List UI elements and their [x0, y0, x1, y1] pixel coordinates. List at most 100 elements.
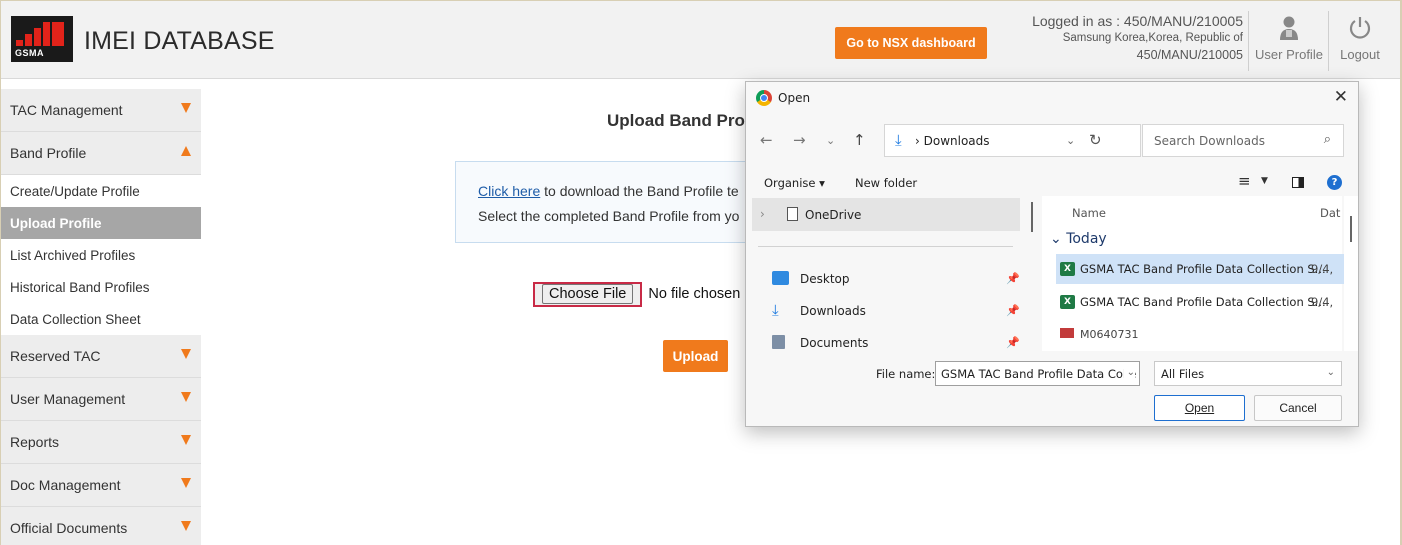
- desktop-icon: [772, 271, 789, 285]
- file-list: Name Dat ⌄ Today X GSMA TAC Band Profile…: [1042, 196, 1344, 351]
- choose-file-label: Choose File: [542, 284, 634, 304]
- logout-label: Logout: [1340, 47, 1380, 62]
- scrollbar-thumb[interactable]: [1350, 216, 1352, 242]
- file-name-label: File name:: [876, 367, 936, 381]
- sidebar-item-user-management[interactable]: User Management: [1, 378, 201, 421]
- nav-item-downloads[interactable]: ⤓ Downloads 📌: [772, 302, 1022, 322]
- column-header-name[interactable]: Name: [1072, 206, 1106, 220]
- address-path: › Downloads: [915, 134, 990, 148]
- sidebar-item-doc-management[interactable]: Doc Management: [1, 464, 201, 507]
- login-info: Logged in as : 450/MANU/210005 Samsung K…: [1032, 13, 1243, 64]
- onedrive-icon: [787, 207, 798, 221]
- preview-pane-icon[interactable]: [1292, 177, 1304, 188]
- pane-splitter[interactable]: [1031, 202, 1033, 232]
- file-date: 9/4,: [1311, 295, 1334, 309]
- organise-menu[interactable]: Organise ▾: [764, 176, 825, 190]
- nav-item-onedrive[interactable]: › OneDrive: [752, 198, 1020, 231]
- file-name: GSMA TAC Band Profile Data Collection S.…: [1080, 262, 1326, 276]
- chevron-down-icon: ⌄: [1326, 367, 1335, 378]
- chevron-down-icon: [181, 349, 191, 359]
- download-icon: ⤓: [895, 131, 902, 149]
- nsx-dashboard-button[interactable]: Go to NSX dashboard: [835, 27, 987, 59]
- cancel-button[interactable]: Cancel: [1254, 395, 1342, 421]
- user-profile-label: User Profile: [1255, 47, 1323, 62]
- sidebar-subitem-create-update-profile[interactable]: Create/Update Profile: [1, 175, 201, 207]
- forward-arrow-icon[interactable]: →: [793, 131, 806, 149]
- download-template-link[interactable]: Click here: [478, 183, 540, 199]
- dialog-nav-bar: ← → ⌄ ↑ ⤓ › Downloads ⌄ ↻ Search Downloa…: [746, 122, 1358, 158]
- sidebar: TAC Management Band Profile Create/Updat…: [1, 89, 201, 545]
- logo-text: GSMA: [15, 48, 44, 58]
- search-input[interactable]: Search Downloads ⌕: [1142, 124, 1344, 157]
- column-header-date[interactable]: Dat: [1320, 206, 1340, 220]
- logout-button[interactable]: Logout: [1332, 15, 1388, 73]
- file-name-input[interactable]: GSMA TAC Band Profile Data Colle ⌄: [935, 361, 1140, 386]
- sidebar-item-label: User Management: [10, 391, 126, 407]
- nav-item-label: Desktop: [800, 272, 850, 286]
- user-profile-button[interactable]: User Profile: [1253, 15, 1325, 73]
- group-header-today[interactable]: ⌄ Today: [1050, 231, 1107, 247]
- chevron-down-icon[interactable]: ▼: [1261, 176, 1268, 186]
- logo-bar: [52, 22, 64, 46]
- chevron-down-icon[interactable]: ⌄: [1066, 134, 1075, 147]
- sidebar-subitem-list-archived-profiles[interactable]: List Archived Profiles: [1, 239, 201, 271]
- app-header: GSMA IMEI DATABASE Go to NSX dashboard L…: [1, 1, 1400, 79]
- view-options-icon[interactable]: ≡: [1238, 172, 1251, 190]
- search-placeholder: Search Downloads: [1154, 134, 1265, 148]
- close-icon[interactable]: ✕: [1334, 87, 1348, 107]
- back-arrow-icon[interactable]: ←: [760, 131, 773, 149]
- divider: [758, 246, 1013, 247]
- chevron-right-icon[interactable]: ›: [760, 207, 765, 221]
- nav-item-label: Documents: [800, 336, 869, 350]
- new-folder-button[interactable]: New folder: [855, 176, 917, 190]
- sidebar-subitem-upload-profile[interactable]: Upload Profile: [1, 207, 201, 239]
- sidebar-item-band-profile[interactable]: Band Profile: [1, 132, 201, 175]
- recent-locations-icon[interactable]: ⌄: [826, 134, 835, 147]
- address-bar[interactable]: ⤓ › Downloads ⌄ ↻: [884, 124, 1141, 157]
- logo-bar: [25, 34, 32, 46]
- scrollbar[interactable]: [1344, 196, 1358, 351]
- account-id: 450/MANU/210005: [1136, 48, 1243, 62]
- sidebar-item-label: Band Profile: [10, 145, 87, 161]
- pin-icon: 📌: [1006, 304, 1020, 317]
- gsma-logo[interactable]: GSMA: [11, 16, 73, 62]
- logo-bar: [34, 28, 41, 46]
- chevron-down-icon[interactable]: ⌄: [1123, 367, 1135, 378]
- nav-item-desktop[interactable]: Desktop 📌: [772, 270, 1022, 290]
- dialog-command-bar: Organise ▾ New folder ≡ ▼ ?: [746, 171, 1358, 195]
- chevron-down-icon: [181, 392, 191, 402]
- sidebar-item-reports[interactable]: Reports: [1, 421, 201, 464]
- nav-item-documents[interactable]: Documents 📌: [772, 334, 1022, 354]
- header-divider: [1328, 11, 1329, 71]
- app-title: IMEI DATABASE: [84, 27, 275, 55]
- download-icon: ⤓: [772, 301, 779, 319]
- excel-file-icon: X: [1060, 295, 1075, 309]
- file-name: M0640731: [1080, 328, 1139, 338]
- sidebar-item-reserved-tac[interactable]: Reserved TAC: [1, 335, 201, 378]
- sidebar-item-label: Official Documents: [10, 520, 128, 536]
- logo-bar: [43, 22, 50, 46]
- sidebar-item-official-documents[interactable]: Official Documents: [1, 507, 201, 545]
- refresh-icon[interactable]: ↻: [1089, 131, 1102, 149]
- instructions-line-1: Click here to download the Band Profile …: [478, 183, 739, 199]
- chevron-down-icon: [181, 521, 191, 531]
- file-row[interactable]: X GSMA TAC Band Profile Data Collection …: [1056, 287, 1344, 317]
- up-arrow-icon[interactable]: ↑: [853, 131, 866, 149]
- pin-icon: 📌: [1006, 336, 1020, 349]
- choose-file-button[interactable]: Choose File: [533, 281, 643, 307]
- sidebar-item-tac-management[interactable]: TAC Management: [1, 89, 201, 132]
- chevron-up-icon: [181, 146, 191, 156]
- upload-button[interactable]: Upload: [663, 340, 728, 372]
- file-row[interactable]: M0640731: [1056, 324, 1344, 338]
- power-icon: [1348, 15, 1372, 41]
- file-type-select[interactable]: All Files ⌄: [1154, 361, 1342, 386]
- excel-file-icon: X: [1060, 262, 1075, 276]
- dialog-titlebar[interactable]: Open ✕: [746, 82, 1358, 114]
- help-icon[interactable]: ?: [1327, 175, 1342, 190]
- sidebar-subitem-data-collection-sheet[interactable]: Data Collection Sheet: [1, 303, 201, 335]
- file-row[interactable]: X GSMA TAC Band Profile Data Collection …: [1056, 254, 1344, 284]
- logged-in-as: Logged in as : 450/MANU/210005: [1032, 13, 1243, 29]
- sidebar-subitem-historical-band-profiles[interactable]: Historical Band Profiles: [1, 271, 201, 303]
- open-button[interactable]: Open: [1154, 395, 1245, 421]
- group-label: Today: [1066, 231, 1107, 247]
